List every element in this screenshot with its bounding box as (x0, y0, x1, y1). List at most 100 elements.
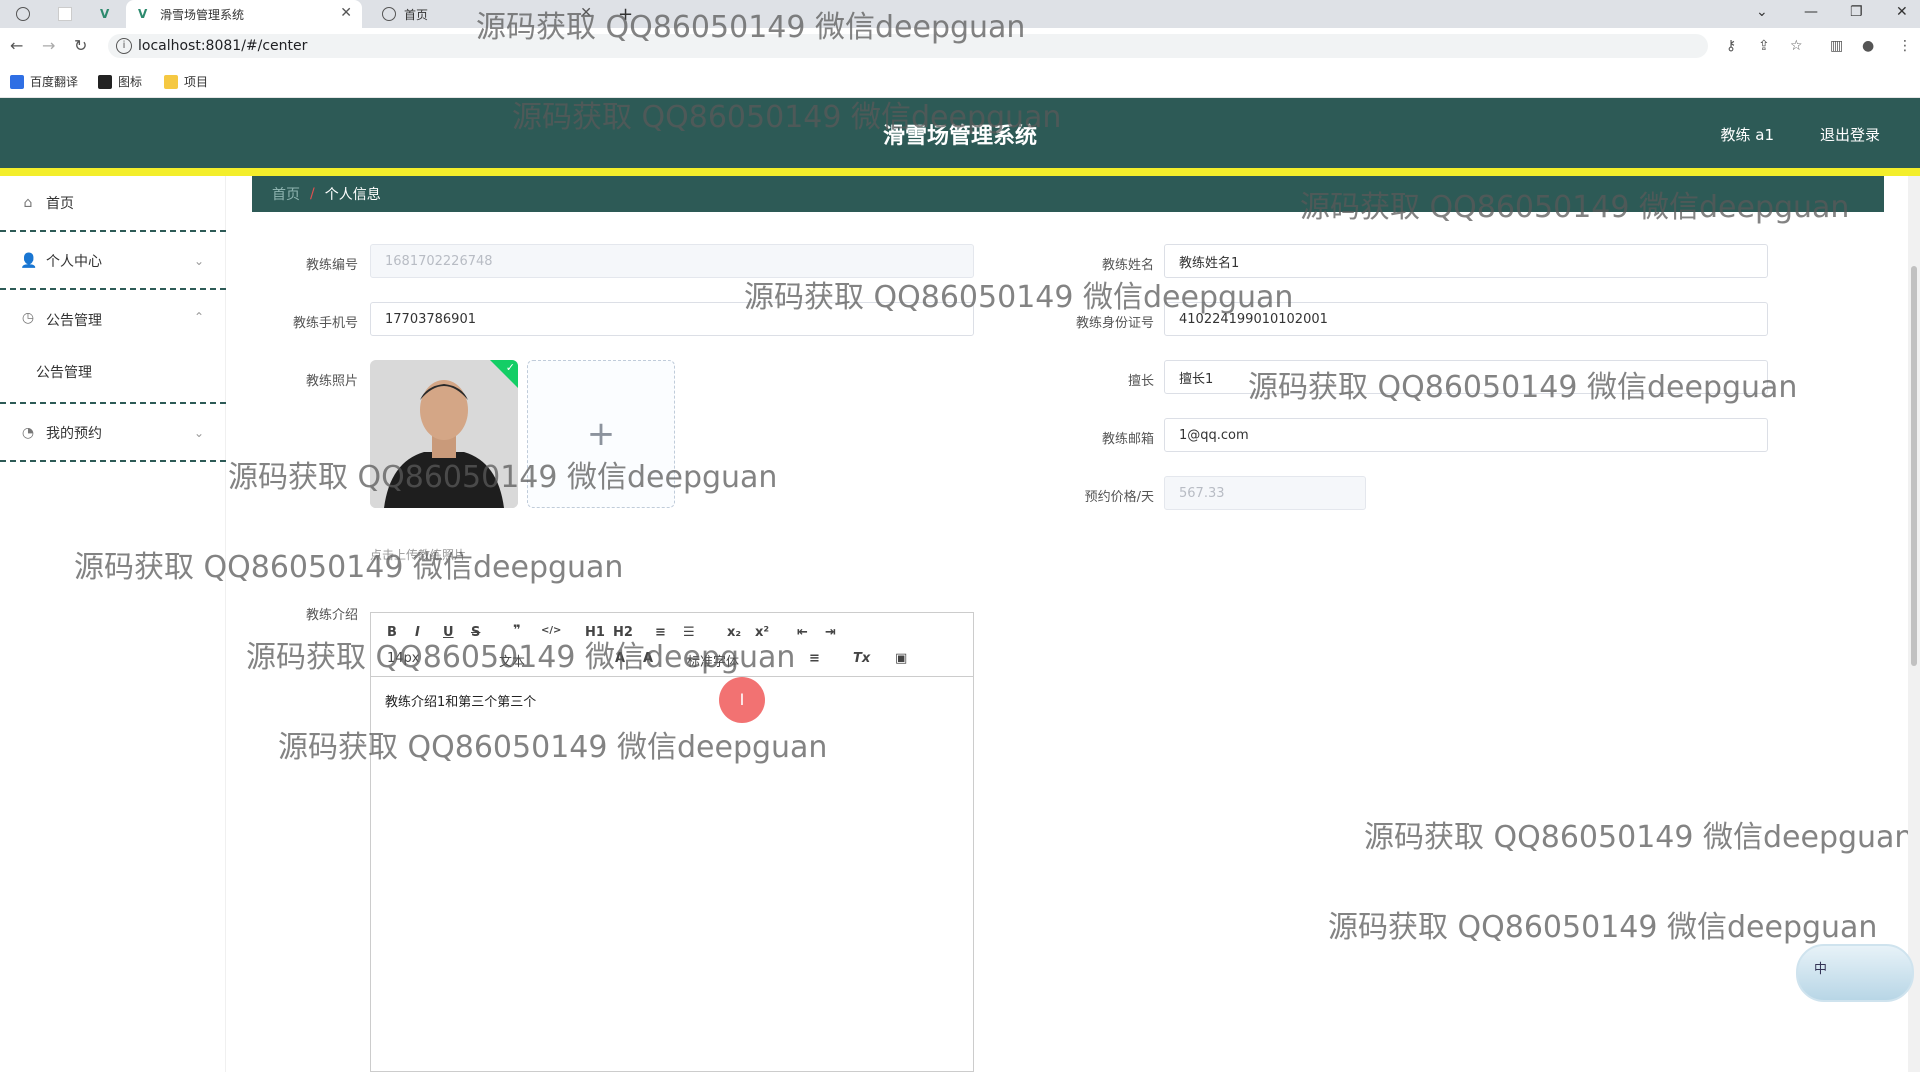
browser-tab-pinned-3[interactable]: V (92, 0, 126, 28)
chevron-down-icon: ⌄ (193, 426, 204, 440)
app-header: 滑雪场管理系统 教练 a1 退出登录 (0, 98, 1920, 168)
chevron-up-icon: ⌃ (193, 310, 204, 324)
user-icon: 👤 (20, 253, 38, 269)
sidebar-item-personal-center[interactable]: 👤 个人中心 ⌄ (0, 234, 226, 290)
bullet-list-button[interactable]: ☰ (683, 625, 695, 640)
strike-button[interactable]: S (471, 625, 480, 640)
vue-icon: V (138, 7, 148, 21)
font-size-select[interactable]: 14px (387, 651, 420, 666)
email-label: 教练邮箱 (1101, 432, 1154, 447)
blockquote-button[interactable]: ❞ (513, 623, 521, 638)
sidebar-item-label: 首页 (46, 196, 74, 212)
sidebar-item-my-bookings[interactable]: ◔ 我的预约 ⌄ (0, 406, 226, 462)
url-text: localhost:8081/#/center (138, 38, 308, 54)
mouse-cursor-indicator: I (719, 677, 765, 723)
h2-button[interactable]: H2 (613, 625, 633, 640)
header-select[interactable]: 文本 (499, 651, 525, 670)
tab-close-icon[interactable]: ✕ (580, 5, 592, 21)
check-icon: ✓ (505, 361, 515, 374)
text-color-button[interactable]: A (615, 651, 625, 666)
browser-tab-pinned-1[interactable] (8, 0, 40, 28)
bookmark-icons[interactable]: 图标 (98, 73, 142, 90)
plus-icon: + (586, 414, 616, 454)
italic-button[interactable]: I (415, 625, 420, 640)
vue-icon: V (100, 7, 110, 21)
key-icon[interactable]: ⚷ (1726, 38, 1736, 54)
restore-icon[interactable]: ❐ (1850, 4, 1863, 20)
bookmark-projects[interactable]: 项目 (164, 73, 208, 90)
code-button[interactable]: </> (541, 625, 561, 636)
star-icon[interactable]: ☆ (1790, 38, 1803, 54)
sidebar-item-home[interactable]: ⌂ 首页 (0, 176, 226, 232)
app-title: 滑雪场管理系统 (882, 124, 1037, 149)
address-bar-row: ← → ↻ i localhost:8081/#/center ⚷ ⇪ ☆ ▥ … (0, 28, 1920, 64)
new-tab-button[interactable]: + (618, 0, 638, 28)
upload-tip: 点击上传教练照片 (370, 548, 467, 562)
sidepanel-icon[interactable]: ▥ (1830, 38, 1843, 54)
phone-label: 教练手机号 (292, 316, 358, 331)
bookmark-label: 项目 (184, 75, 209, 89)
profile-icon[interactable]: ● (1862, 38, 1874, 54)
clear-format-button[interactable]: Tx (853, 651, 870, 666)
tab-title: 滑雪场管理系统 (160, 7, 245, 22)
scrollbar-thumb[interactable] (1911, 266, 1917, 666)
back-icon[interactable]: ← (10, 36, 23, 55)
price-label: 预约价格/天 (1084, 490, 1154, 505)
sidebar-item-announcements[interactable]: ◷ 公告管理 ⌃ 公告管理 (0, 292, 226, 404)
align-button[interactable]: ≡ (809, 651, 820, 666)
logout-button[interactable]: 退出登录 (1820, 124, 1880, 145)
ordered-list-button[interactable]: ≡ (655, 625, 666, 640)
bold-button[interactable]: B (387, 625, 397, 640)
browser-tab-home[interactable]: 首页 ✕ (370, 0, 602, 28)
reload-icon[interactable]: ↻ (74, 36, 87, 55)
rich-text-editor[interactable]: B I U S ❞ </> H1 H2 ≡ ☰ x₂ x² ⇤ ⇥ 14px 文… (370, 612, 974, 1072)
compass-icon: ◔ (21, 425, 35, 441)
intro-label: 教练介绍 (305, 608, 358, 623)
header-accent-bar (0, 168, 1920, 176)
font-family-select[interactable]: 标准字体 (687, 651, 739, 670)
indent-button[interactable]: ⇥ (825, 625, 836, 640)
browser-tab-pinned-2[interactable] (48, 0, 84, 28)
coach-photo[interactable]: ✓ (370, 360, 518, 508)
subscript-button[interactable]: x₂ (727, 625, 741, 640)
email-field[interactable]: 1@qq.com (1164, 418, 1768, 452)
background-color-button[interactable]: A (643, 651, 653, 666)
outdent-button[interactable]: ⇤ (797, 625, 808, 640)
minimize-icon[interactable]: — (1804, 4, 1818, 20)
menu-icon[interactable]: ⋮ (1898, 38, 1912, 54)
bookmark-translate[interactable]: 百度翻译 (10, 73, 78, 90)
editor-content[interactable]: 教练介绍1和第三个第三个 (385, 691, 536, 710)
photo-upload-button[interactable]: + (527, 360, 675, 508)
blank-page-icon (58, 7, 72, 21)
coach-name-field[interactable]: 教练姓名1 (1164, 244, 1768, 278)
browser-tab-active[interactable]: V 滑雪场管理系统 ✕ (126, 0, 362, 28)
globe-icon (16, 7, 30, 21)
share-icon[interactable]: ⇪ (1758, 38, 1770, 54)
underline-button[interactable]: U (443, 625, 454, 640)
close-window-icon[interactable]: ✕ (1896, 4, 1908, 20)
url-input[interactable]: i localhost:8081/#/center (108, 34, 1708, 58)
sidebar-item-label: 个人中心 (46, 254, 102, 270)
specialty-field[interactable]: 擅长1 (1164, 360, 1768, 394)
sidebar-subitem-announcements[interactable]: 公告管理 (36, 362, 92, 382)
tab-close-icon[interactable]: ✕ (340, 5, 352, 21)
current-user: 教练 a1 (1720, 126, 1774, 144)
id-card-field[interactable]: 410224199010102001 (1164, 302, 1768, 336)
breadcrumb: 首页 / 个人信息 (252, 176, 1884, 212)
breadcrumb-home[interactable]: 首页 (272, 184, 300, 204)
superscript-button[interactable]: x² (755, 625, 769, 640)
tab-search-icon[interactable]: ⌄ (1756, 4, 1768, 20)
photo-label: 教练照片 (305, 374, 358, 389)
ime-label: 中 (1814, 962, 1828, 977)
sidebar: ⌂ 首页 👤 个人中心 ⌄ ◷ 公告管理 ⌃ 公告管理 ◔ 我的预约 ⌄ (0, 176, 226, 1072)
phone-field[interactable]: 17703786901 (370, 302, 974, 336)
ime-indicator[interactable]: 中 (1796, 944, 1914, 1002)
home-icon: ⌂ (23, 195, 33, 211)
h1-button[interactable]: H1 (585, 625, 605, 640)
page-scrollbar[interactable] (1908, 176, 1920, 1072)
image-insert-button[interactable]: ▣ (895, 651, 907, 666)
browser-tab-bar: V V 滑雪场管理系统 ✕ 首页 ✕ + ⌄ — ❐ ✕ (0, 0, 1920, 28)
forward-icon[interactable]: → (42, 36, 55, 55)
info-icon[interactable]: i (116, 38, 132, 54)
price-field: 567.33 (1164, 476, 1366, 510)
